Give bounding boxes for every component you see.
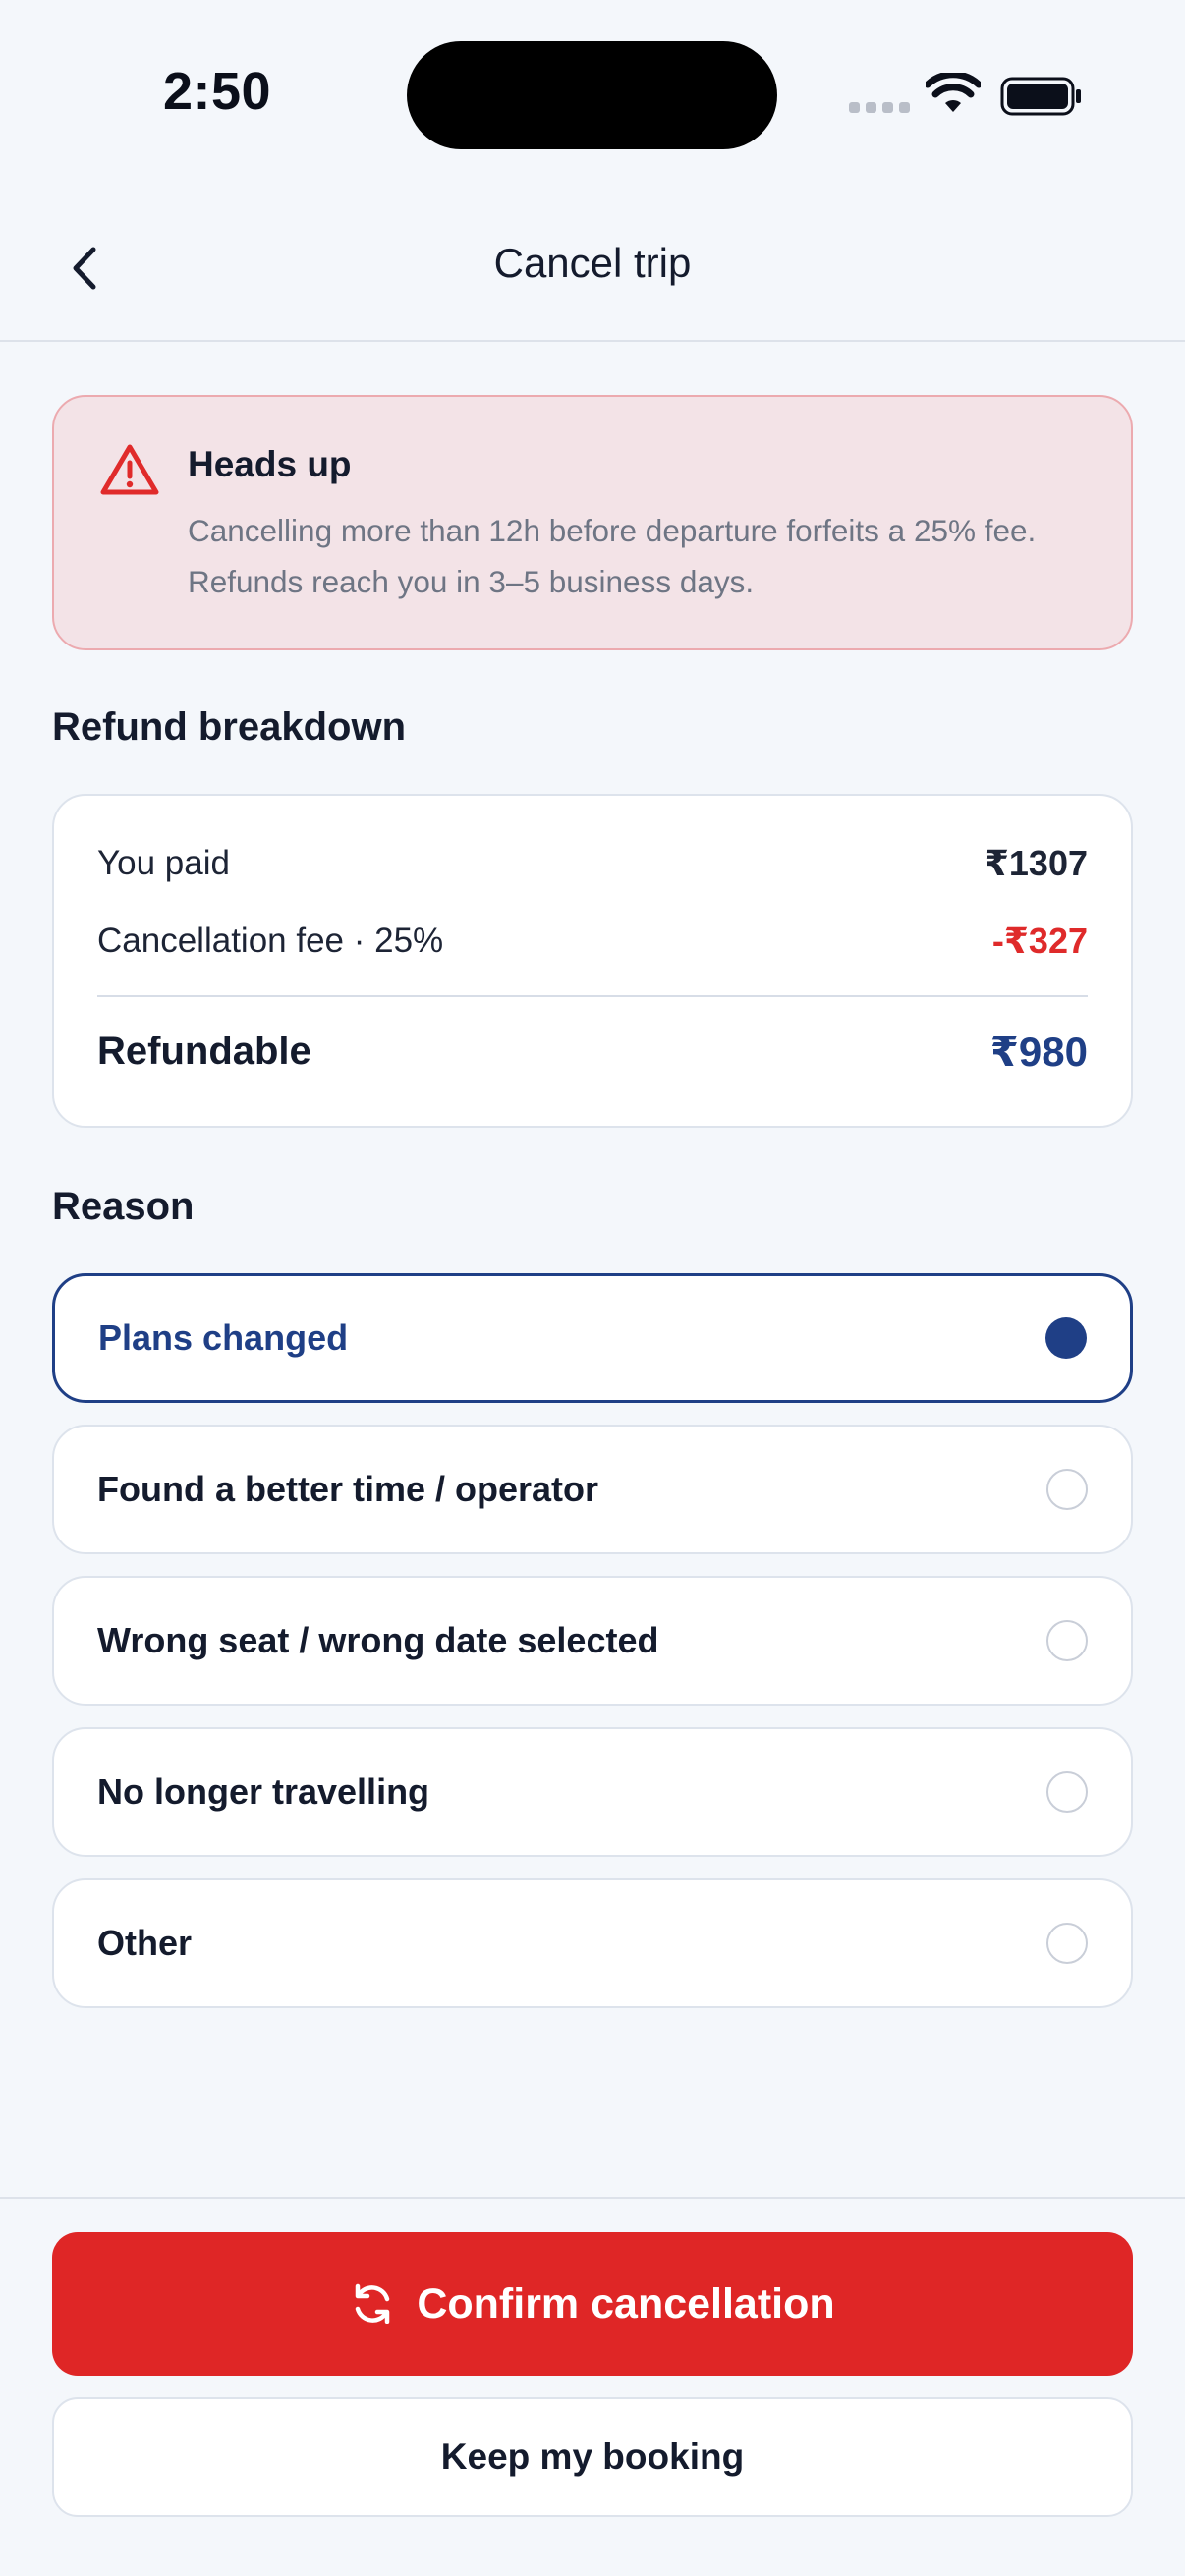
reason-option-no-longer-travelling[interactable]: No longer travelling xyxy=(52,1727,1133,1857)
reason-option-better-time[interactable]: Found a better time / operator xyxy=(52,1425,1133,1554)
cancel-trip-screen: 2:50 Cancel trip Heads up Cancelling mor… xyxy=(0,0,1185,2576)
keep-booking-button[interactable]: Keep my booking xyxy=(52,2397,1133,2517)
refundable-amount: ₹980 xyxy=(989,1029,1088,1075)
option-label: Plans changed xyxy=(98,1317,349,1358)
confirm-cancellation-label: Confirm cancellation xyxy=(417,2279,835,2327)
refund-breakdown-heading: Refund breakdown xyxy=(52,705,407,749)
signal-icon xyxy=(849,102,910,113)
radio-unselected[interactable] xyxy=(1046,1923,1088,1964)
breakdown-label: Cancellation fee · 25% xyxy=(97,922,444,960)
alert-title: Heads up xyxy=(188,444,352,484)
status-time: 2:50 xyxy=(163,62,272,121)
option-label: Wrong seat / wrong date selected xyxy=(97,1620,659,1660)
option-label: No longer travelling xyxy=(97,1771,430,1812)
keep-booking-label: Keep my booking xyxy=(440,2436,745,2477)
battery-icon xyxy=(1000,77,1081,116)
option-label: Found a better time / operator xyxy=(97,1469,599,1509)
radio-unselected[interactable] xyxy=(1046,1620,1088,1661)
breakdown-row-paid: You paid ₹1307 xyxy=(97,843,1088,884)
status-bar: 2:50 xyxy=(0,0,1185,196)
bottom-action-bar: Confirm cancellation Keep my booking xyxy=(0,2197,1185,2576)
breakdown-value: ₹1307 xyxy=(984,843,1088,883)
refresh-icon xyxy=(356,2283,390,2324)
page-title: Cancel trip xyxy=(493,240,692,286)
radio-selected[interactable] xyxy=(1045,1317,1087,1359)
reason-option-wrong-seat[interactable]: Wrong seat / wrong date selected xyxy=(52,1576,1133,1706)
radio-unselected[interactable] xyxy=(1046,1469,1088,1510)
breakdown-divider xyxy=(97,995,1088,997)
breakdown-value: -₹327 xyxy=(991,921,1088,961)
reason-option-plans-changed[interactable]: Plans changed xyxy=(52,1273,1133,1403)
heads-up-alert: Heads up Cancelling more than 12h before… xyxy=(52,395,1133,650)
option-label: Other xyxy=(97,1923,193,1963)
alert-body: Cancelling more than 12h before departur… xyxy=(188,513,1037,599)
radio-unselected[interactable] xyxy=(1046,1771,1088,1813)
confirm-cancellation-button[interactable]: Confirm cancellation xyxy=(52,2232,1133,2376)
refund-breakdown-card: You paid ₹1307 Cancellation fee · 25% -₹… xyxy=(52,794,1133,1128)
breakdown-label: You paid xyxy=(97,844,230,882)
breakdown-row-refundable: Refundable ₹980 xyxy=(97,1028,1088,1076)
dynamic-island xyxy=(407,41,777,149)
reason-option-other[interactable]: Other xyxy=(52,1878,1133,2008)
reason-heading: Reason xyxy=(52,1185,195,1228)
wifi-icon xyxy=(926,73,981,112)
nav-bar: Cancel trip xyxy=(0,196,1185,342)
breakdown-row-fee: Cancellation fee · 25% -₹327 xyxy=(97,921,1088,962)
refundable-label: Refundable xyxy=(97,1030,311,1073)
warning-triangle-icon xyxy=(100,444,159,495)
